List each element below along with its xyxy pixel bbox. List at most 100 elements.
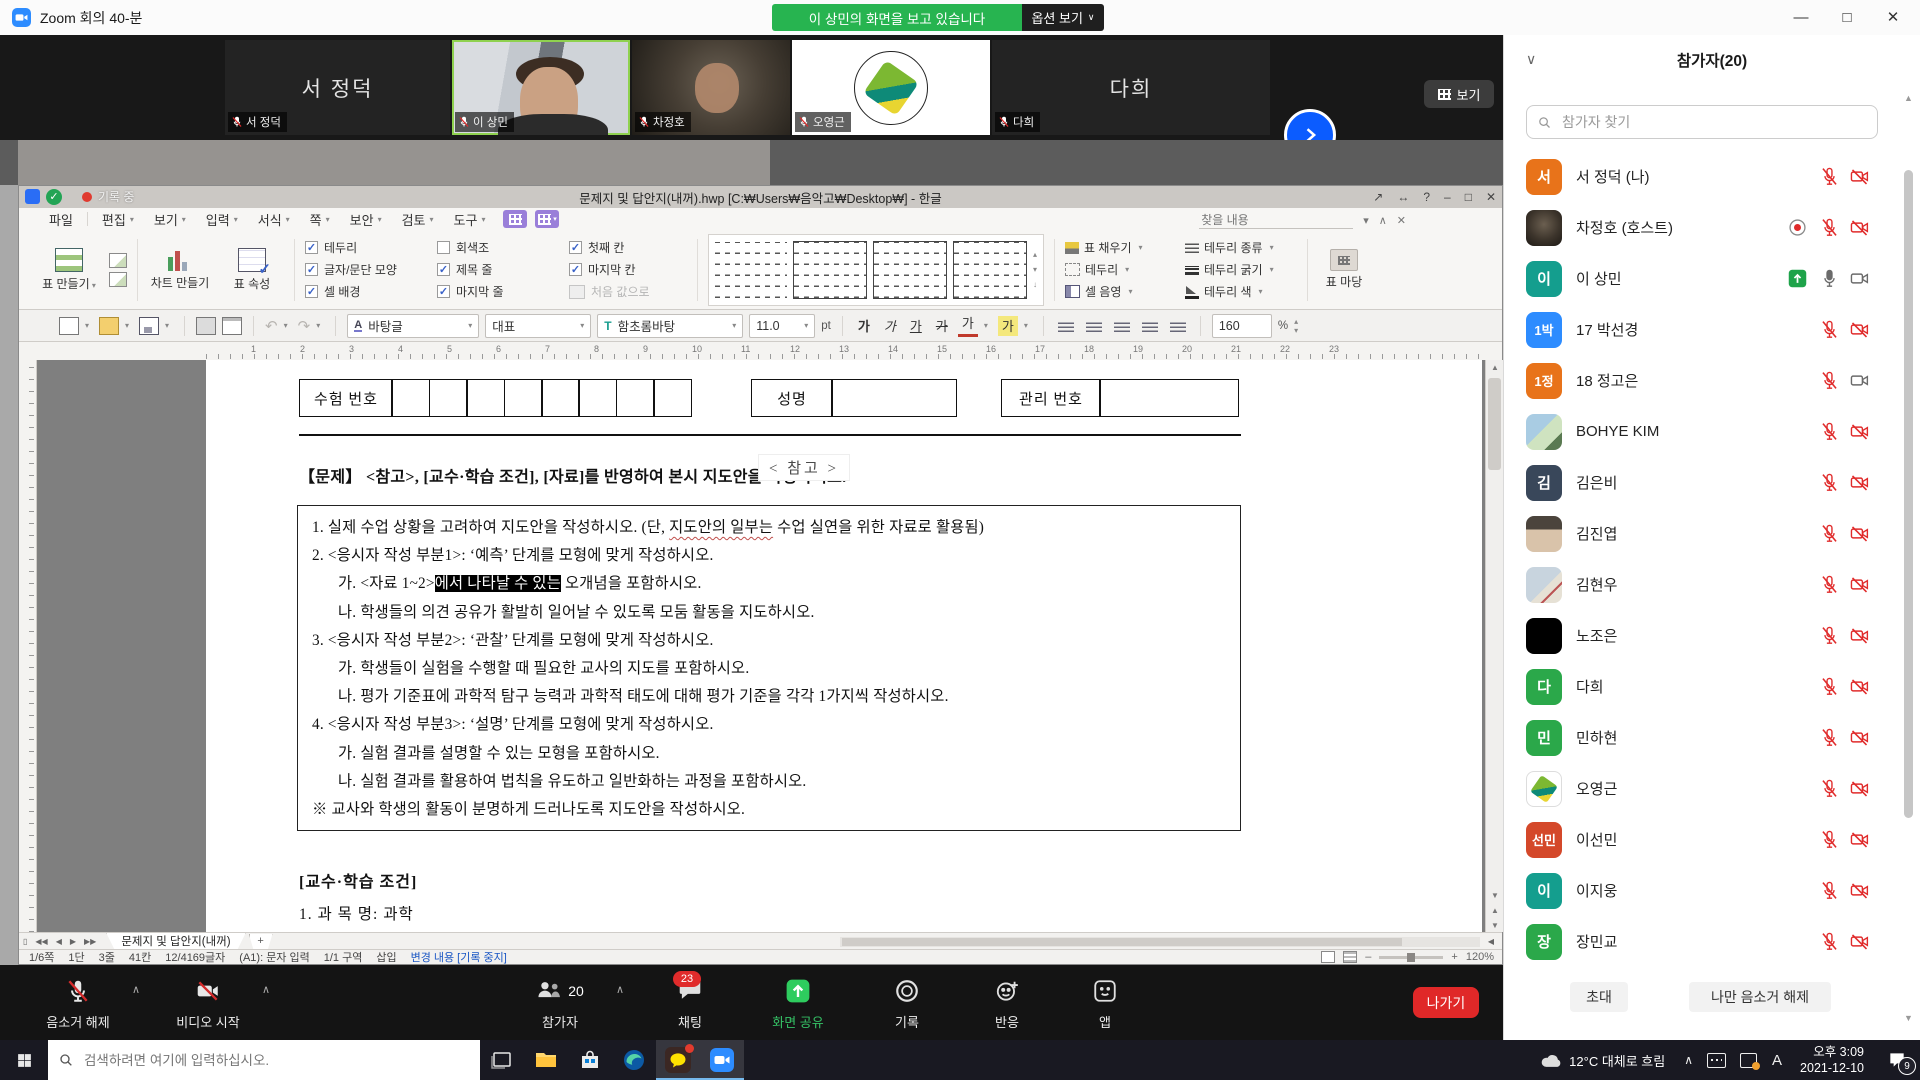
track-changes-link[interactable]: 변경 내용 [기록 중지] [411,949,507,965]
table-style-1[interactable] [715,242,787,298]
ribbon-check[interactable]: ✓첫째 칸 [569,238,687,258]
menu-8[interactable]: 도구▾ [444,208,496,230]
minimize-button[interactable]: — [1778,0,1824,34]
participant-row[interactable]: 1박17 박선경 [1504,304,1897,355]
menu-3[interactable]: 입력▾ [196,208,248,230]
ribbon-check[interactable]: 처음 값으로 [569,282,687,302]
mic-options-icon[interactable]: ∧ [132,983,140,996]
video-tile[interactable]: 차정호 [632,40,790,135]
zoom-out-icon[interactable]: – [1365,951,1371,963]
scroll-thumb[interactable] [1488,378,1501,470]
ribbon-check[interactable]: ✓제목 줄 [437,260,555,280]
table-style-4[interactable] [953,241,1027,299]
taskbar-search[interactable] [48,1040,480,1080]
share-screen-button[interactable]: 화면 공유 [748,975,848,1033]
table-properties-button[interactable]: 표 속성 [220,248,284,292]
gallery-down-icon[interactable]: ▾ [1033,265,1037,274]
document-tab[interactable]: 문제지 및 답안지(내꺼) [106,933,245,950]
menu-7[interactable]: 검토▾ [392,208,444,230]
table-fill-button[interactable]: 표 채우기▾ [1065,238,1177,258]
task-view-button[interactable] [480,1040,524,1080]
zoom-slider[interactable] [1379,956,1443,959]
record-button[interactable]: 기록 [862,975,952,1033]
font-select[interactable]: T함초롬바탕▾ [597,314,743,338]
horizontal-scrollbar[interactable] [840,937,1480,947]
menu-0[interactable]: 파일 [39,208,83,230]
align-center-icon[interactable] [1086,320,1102,332]
hwp-close-button[interactable]: ✕ [1486,190,1496,204]
menu-2[interactable]: 보기▾ [144,208,196,230]
participant-row[interactable]: 김김은비 [1504,457,1897,508]
bold-button[interactable]: 가 [854,316,874,336]
find-close-icon[interactable]: ✕ [1397,214,1406,227]
panel-scroll-up-icon[interactable]: ▲ [1904,93,1913,103]
preset-select[interactable]: 대표▾ [485,314,591,338]
line-spacing-input[interactable]: 160 [1212,314,1272,338]
ribbon-check[interactable]: ✓마지막 칸 [569,260,687,280]
participant-row[interactable]: 김진엽 [1504,508,1897,559]
participant-row[interactable]: 1정18 정고은 [1504,355,1897,406]
start-video-button[interactable]: 비디오 시작 ∧ [150,975,266,1033]
border-weight-button[interactable]: 테두리 굵기▾ [1185,260,1297,280]
hwp-arrange-icon[interactable]: ↔ [1397,190,1409,204]
panel-scroll-down-icon[interactable]: ▼ [1904,1013,1913,1023]
invite-button[interactable]: 초대 [1570,982,1628,1012]
participant-row[interactable]: 장장민교 [1504,916,1897,967]
font-color-button[interactable]: 가 [958,314,978,337]
hwp-help-icon[interactable]: ? [1423,190,1430,204]
maximize-button[interactable]: □ [1824,0,1870,34]
italic-button[interactable]: 가 [880,316,900,336]
next-tab-icon[interactable]: ▶ [66,937,80,946]
first-tab-icon[interactable]: ◀◀ [31,937,51,946]
menu-6[interactable]: 보안▾ [340,208,392,230]
toolbar-table-button[interactable]: ▾ [535,210,559,228]
participant-search-input[interactable] [1560,113,1854,131]
video-tile[interactable]: 오영근 [792,40,990,135]
menu-1[interactable]: 편집▾ [92,208,144,230]
participant-search[interactable] [1526,105,1878,139]
participant-row[interactable]: 이이지웅 [1504,865,1897,916]
highlight-color-button[interactable]: 가 [998,316,1018,336]
participant-row[interactable]: 노조은 [1504,610,1897,661]
gallery-up-icon[interactable]: ▴ [1033,250,1037,259]
view-mode-2-icon[interactable] [1343,951,1357,963]
scroll-down-icon[interactable]: ▼ [1486,888,1504,902]
participants-button[interactable]: 20 참가자 ∧ [500,975,620,1033]
new-document-icon[interactable] [59,317,79,335]
participant-row[interactable]: 다다희 [1504,661,1897,712]
table-style-gallery[interactable]: ▴▾↓ [708,234,1044,306]
document-area[interactable]: 수험 번호 성명 관리 번호 【문제】 <참고>, [교수·학습 조건], [자… [19,360,1485,932]
video-options-icon[interactable]: ∧ [262,983,270,996]
find-dropdown-icon[interactable]: ▾ [1363,214,1369,227]
zoom-taskbar-button[interactable] [700,1040,744,1080]
panel-scroll-thumb[interactable] [1904,170,1913,818]
table-style-2[interactable] [793,241,867,299]
keyboard-icon[interactable] [1700,1053,1733,1068]
ribbon-check[interactable]: 회색조 [437,238,555,258]
reactions-button[interactable]: 반응 [962,975,1052,1033]
open-document-icon[interactable] [99,317,119,335]
taskbar-clock[interactable]: 오후 3:09 2021-12-10 [1790,1044,1874,1076]
ribbon-check[interactable]: ✓글자/문단 모양 [305,260,423,280]
view-mode-1-icon[interactable] [1321,951,1335,963]
ribbon-check[interactable]: ✓테두리 [305,238,423,258]
align-left-icon[interactable] [1058,320,1074,332]
hwp-minimize-button[interactable]: – [1444,190,1451,204]
prev-page-icon[interactable]: ▲ [1486,903,1504,917]
make-table-button[interactable]: 표 만들기 ▾ [37,248,101,292]
border-button[interactable]: 테두리▾ [1065,260,1177,280]
align-justify-icon[interactable] [1142,320,1158,332]
participant-row[interactable]: 선민이선민 [1504,814,1897,865]
panel-scrollbar[interactable]: ▲ ▼ [1902,35,1916,1040]
align-right-icon[interactable] [1114,320,1130,332]
draw-table-icon[interactable] [109,253,127,268]
leave-button[interactable]: 나가기 [1413,987,1479,1018]
view-layout-button[interactable]: 보기 [1424,80,1494,108]
prev-tab-icon[interactable]: ◀ [52,937,66,946]
toolbar-toggle-button[interactable] [503,210,527,228]
table-template-button[interactable]: 표 마당 [1318,249,1370,290]
participant-row[interactable]: BOHYE KIM [1504,406,1897,457]
print-icon[interactable] [196,317,216,335]
underline-button[interactable]: 가 [906,316,926,336]
close-button[interactable]: ✕ [1870,0,1916,34]
